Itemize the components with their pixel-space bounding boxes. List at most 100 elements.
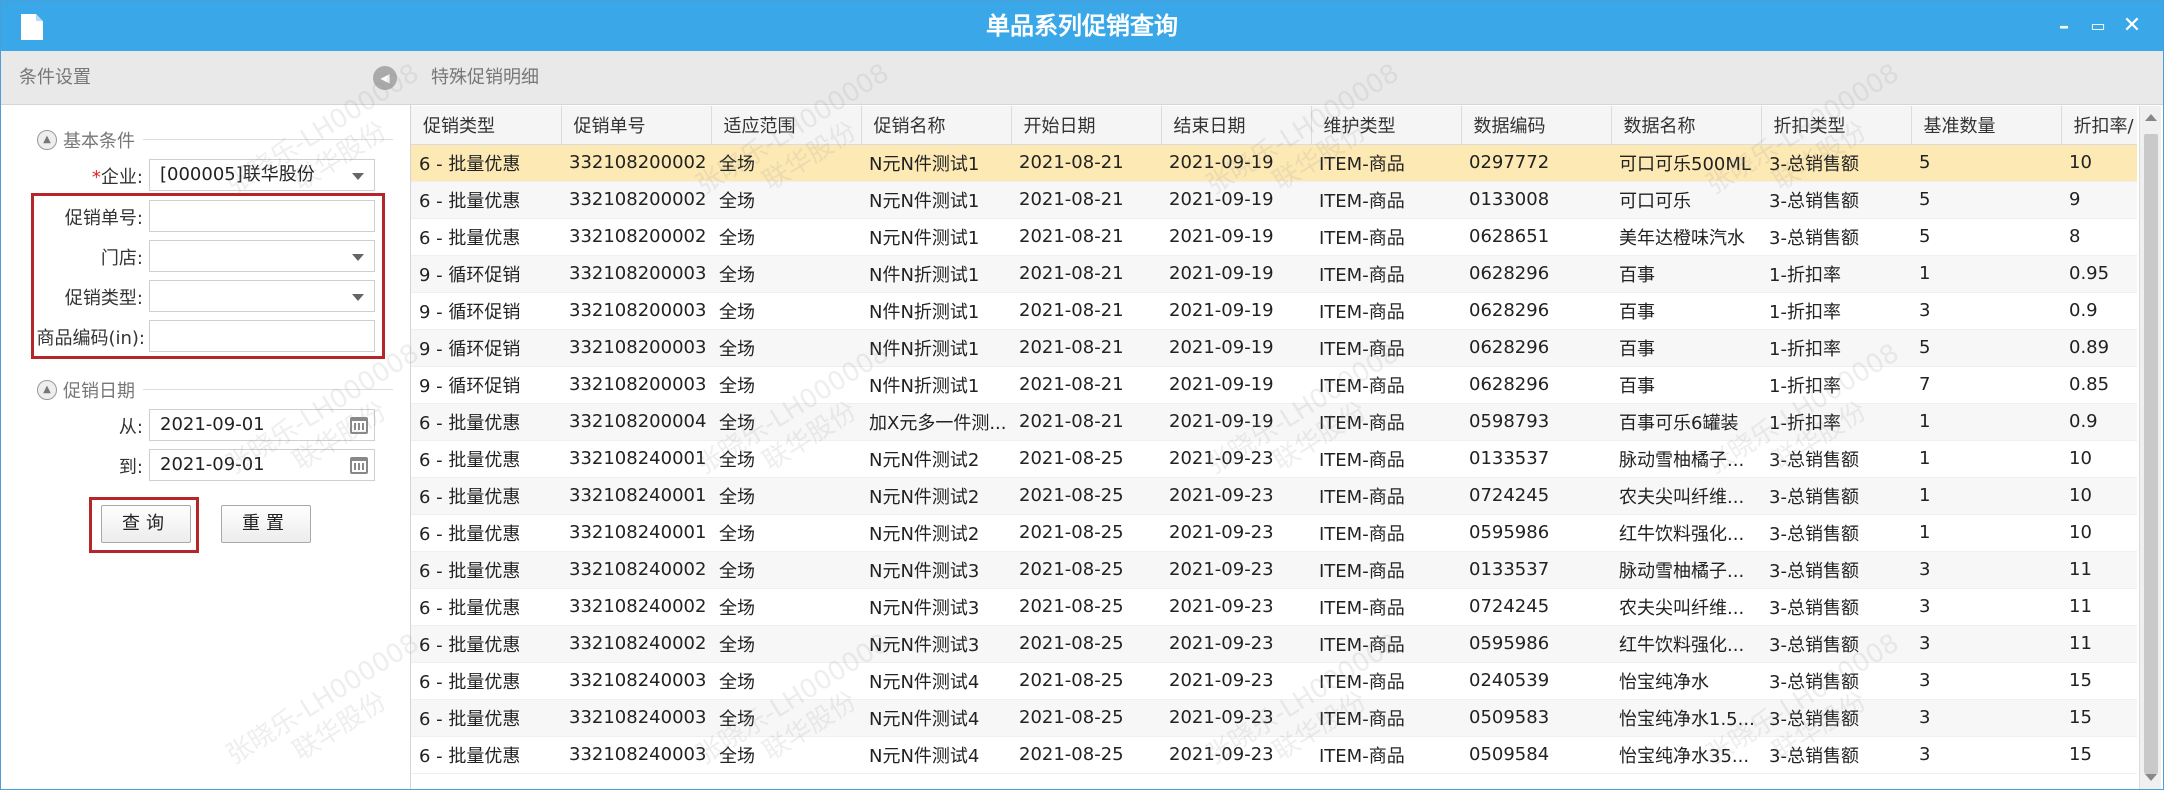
date-from-input[interactable]: 2021-09-01 (149, 409, 375, 441)
table-cell: 2021-09-23 (1161, 588, 1311, 626)
column-header[interactable]: 促销类型 (411, 106, 562, 145)
close-button[interactable]: ✕ (2121, 15, 2143, 37)
table-row[interactable]: 9 - 循环促销 332108200003 全场 N件N折测试1 2021-08-21 2… (411, 255, 2137, 293)
vertical-scrollbar[interactable] (2139, 106, 2161, 789)
table-cell: 全场 (711, 736, 861, 774)
collapse-left-icon[interactable]: ◀ (373, 66, 397, 90)
table-cell: 332108200003 (561, 329, 711, 367)
table-row[interactable]: 6 - 批量优惠 332108240002 全场 N元N件测试3 2021-08-25 2… (411, 625, 2137, 663)
restore-button[interactable]: ▭ (2087, 15, 2109, 37)
table-row[interactable]: 6 - 批量优惠 332108240003 全场 N元N件测试4 2021-08-25 2… (411, 699, 2137, 737)
table-row[interactable]: 6 - 批量优惠 332108200002 全场 N元N件测试1 2021-08-21 2… (411, 181, 2137, 219)
column-header[interactable]: 数据编码 (1461, 106, 1612, 145)
company-select[interactable]: [000005]联华股份 (149, 159, 375, 191)
table-cell: ITEM-商品 (1311, 218, 1461, 256)
table-cell: 2021-09-19 (1161, 255, 1311, 293)
column-header[interactable]: 数据名称 (1611, 106, 1762, 145)
table-cell: 6 - 批量优惠 (411, 662, 561, 700)
table-cell: 百事可乐6罐装 (1611, 403, 1761, 441)
table-cell: ITEM-商品 (1311, 329, 1461, 367)
table-row[interactable]: 6 - 批量优惠 332108240002 全场 N元N件测试3 2021-08-25 2… (411, 551, 2137, 589)
column-header[interactable]: 促销名称 (861, 106, 1012, 145)
results-table: 促销类型 促销单号 适应范围 促销名称 开始日期 结束日期 维护类型 数据编码 数据名称 折扣类型… (411, 106, 2137, 774)
table-cell: 0297772 (1461, 144, 1611, 182)
column-header[interactable]: 折扣类型 (1761, 106, 1912, 145)
table-cell: 3 (1911, 699, 2061, 737)
table-cell: 1-折扣率 (1761, 366, 1911, 404)
table-cell: 2021-09-19 (1161, 292, 1311, 330)
calendar-icon[interactable] (350, 457, 368, 474)
table-row[interactable]: 6 - 批量优惠 332108200002 全场 N元N件测试1 2021-08-21 2… (411, 144, 2137, 182)
reset-button[interactable]: 重置 (221, 505, 311, 543)
table-cell: 1 (1911, 255, 2061, 293)
table-row[interactable]: 6 - 批量优惠 332108200004 全场 加X元多一件测... 2021-08-… (411, 403, 2137, 441)
table-cell: N元N件测试1 (861, 218, 1011, 256)
table-cell: 0628296 (1461, 329, 1611, 367)
table-row[interactable]: 6 - 批量优惠 332108240002 全场 N元N件测试3 2021-08-25 2… (411, 588, 2137, 626)
table-cell: 2021-09-19 (1161, 403, 1311, 441)
table-cell: 1-折扣率 (1761, 329, 1911, 367)
scroll-up-icon[interactable] (2145, 114, 2157, 121)
column-header[interactable]: 折扣率/ (2061, 106, 2137, 145)
table-cell: 可口可乐 (1611, 181, 1761, 219)
collapse-up-icon[interactable]: ▲ (37, 380, 57, 400)
table-cell: 332108240003 (561, 662, 711, 700)
column-header[interactable]: 维护类型 (1311, 106, 1462, 145)
table-cell: ITEM-商品 (1311, 551, 1461, 589)
table-cell: 3-总销售额 (1761, 181, 1911, 219)
table-row[interactable]: 9 - 循环促销 332108200003 全场 N件N折测试1 2021-08-21 2… (411, 292, 2137, 330)
table-cell: 2021-09-23 (1161, 477, 1311, 515)
table-cell: 332108240001 (561, 514, 711, 552)
basic-conditions-group[interactable]: ▲ 基本条件 (37, 127, 135, 153)
table-cell: 3-总销售额 (1761, 625, 1911, 663)
scroll-down-icon[interactable] (2145, 774, 2157, 781)
column-header[interactable]: 开始日期 (1011, 106, 1162, 145)
minimize-button[interactable]: – (2053, 15, 2075, 37)
table-row[interactable]: 6 - 批量优惠 332108200002 全场 N元N件测试1 2021-08-21 2… (411, 218, 2137, 256)
highlight-box-query (89, 497, 199, 553)
company-label: *企业: (91, 167, 143, 188)
table-cell: 全场 (711, 551, 861, 589)
table-cell: 9 (2061, 181, 2137, 219)
table-row[interactable]: 6 - 批量优惠 332108240001 全场 N元N件测试2 2021-08-25 2… (411, 514, 2137, 552)
table-cell: 10 (2061, 477, 2137, 515)
table-cell: ITEM-商品 (1311, 144, 1461, 182)
table-cell: 3-总销售额 (1761, 144, 1911, 182)
table-cell: 2021-08-25 (1011, 514, 1161, 552)
table-cell: 1-折扣率 (1761, 255, 1911, 293)
table-cell: 农夫尖叫纤维... (1611, 477, 1761, 515)
title-bar[interactable]: 单品系列促销查询 – ▭ ✕ (1, 1, 2163, 51)
table-cell: 3-总销售额 (1761, 662, 1911, 700)
table-row[interactable]: 6 - 批量优惠 332108240003 全场 N元N件测试4 2021-08-25 2… (411, 662, 2137, 700)
table-cell: 0240539 (1461, 662, 1611, 700)
table-row[interactable]: 6 - 批量优惠 332108240003 全场 N元N件测试4 2021-08-25 2… (411, 736, 2137, 774)
table-cell: N元N件测试2 (861, 514, 1011, 552)
table-cell: 可口可乐500ML (1611, 144, 1761, 182)
column-header[interactable]: 结束日期 (1161, 106, 1312, 145)
scrollbar-thumb[interactable] (2144, 134, 2158, 774)
column-header[interactable]: 适应范围 (711, 106, 862, 145)
table-cell: 0598793 (1461, 403, 1611, 441)
table-cell: 332108240001 (561, 477, 711, 515)
table-cell: ITEM-商品 (1311, 366, 1461, 404)
table-cell: N元N件测试1 (861, 181, 1011, 219)
promo-date-group[interactable]: ▲ 促销日期 (37, 377, 135, 403)
table-cell: 0.9 (2061, 403, 2137, 441)
table-cell: N元N件测试3 (861, 551, 1011, 589)
table-cell: 2021-09-23 (1161, 699, 1311, 737)
table-cell: 332108240002 (561, 588, 711, 626)
table-cell: 11 (2061, 551, 2137, 589)
calendar-icon[interactable] (350, 417, 368, 434)
table-cell: 农夫尖叫纤维... (1611, 588, 1761, 626)
table-row[interactable]: 6 - 批量优惠 332108240001 全场 N元N件测试2 2021-08-25 2… (411, 440, 2137, 478)
table-cell: 3 (1911, 736, 2061, 774)
collapse-up-icon[interactable]: ▲ (37, 130, 57, 150)
column-header[interactable]: 基准数量 (1911, 106, 2062, 145)
column-header[interactable]: 促销单号 (561, 106, 712, 145)
table-cell: N件N折测试1 (861, 255, 1011, 293)
table-row[interactable]: 9 - 循环促销 332108200003 全场 N件N折测试1 2021-08-21 2… (411, 329, 2137, 367)
date-to-input[interactable]: 2021-09-01 (149, 449, 375, 481)
date-to-label: 到: (118, 457, 143, 478)
table-row[interactable]: 9 - 循环促销 332108200003 全场 N件N折测试1 2021-08-21 2… (411, 366, 2137, 404)
table-row[interactable]: 6 - 批量优惠 332108240001 全场 N元N件测试2 2021-08-25 2… (411, 477, 2137, 515)
